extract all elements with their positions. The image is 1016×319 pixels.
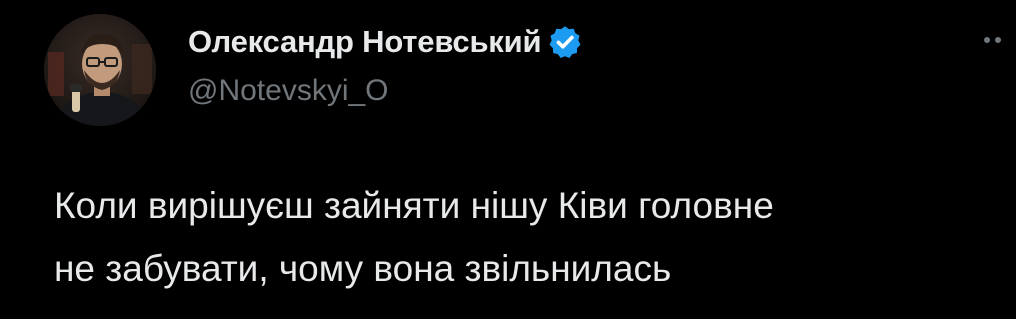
tweet-text: Коли вирішуєш зайняти нішу Ківи головне …	[54, 174, 1004, 300]
author-name-row[interactable]: Олександр Нотевський	[188, 20, 583, 64]
author-display-name[interactable]: Олександр Нотевський	[188, 24, 542, 60]
author-handle[interactable]: @Notevskyi_O	[188, 74, 389, 108]
verified-badge-icon[interactable]	[547, 24, 583, 60]
more-dot	[995, 37, 1001, 43]
more-options-icon[interactable]	[984, 33, 1010, 47]
more-dot	[984, 37, 990, 43]
avatar[interactable]	[44, 14, 156, 126]
tweet: Олександр Нотевський @Notevskyi_O Коли в…	[0, 0, 1016, 319]
avatar-photo	[44, 14, 156, 126]
tweet-text-line: Коли вирішуєш зайняти нішу Ківи головне	[54, 185, 774, 226]
tweet-text-line: не забувати, чому вона звільнилась	[54, 248, 672, 289]
